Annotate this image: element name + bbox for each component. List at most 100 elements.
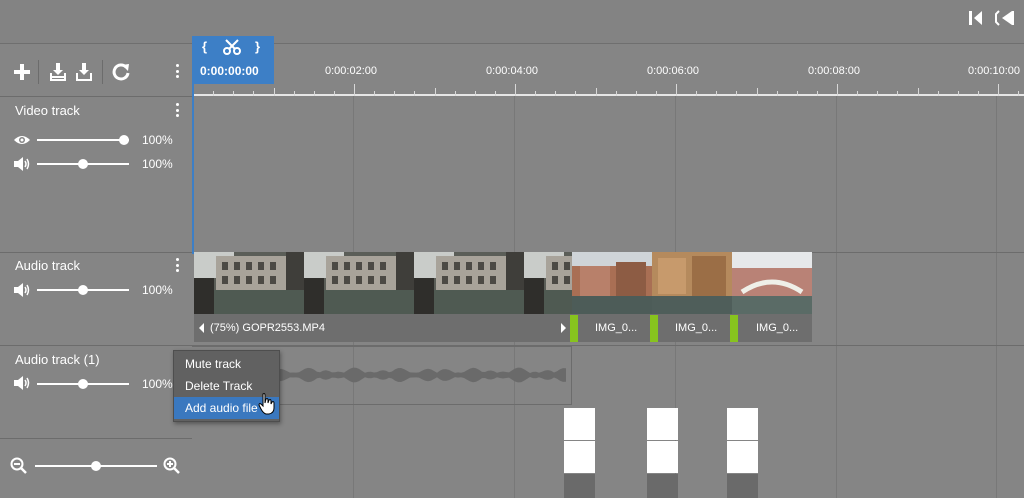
toolbar-divider	[102, 60, 103, 84]
top-bar	[0, 0, 1024, 44]
empty-block	[564, 441, 595, 473]
audio-track-menu-icon[interactable]	[175, 258, 179, 272]
mark-in-button[interactable]: {	[202, 39, 207, 54]
ruler-tick	[635, 91, 637, 96]
playhead-line[interactable]	[192, 84, 194, 254]
ruler-tick	[1018, 91, 1020, 96]
zoom-in-icon[interactable]	[163, 457, 181, 480]
empty-block	[647, 408, 678, 440]
audio-volume-value: 100%	[142, 283, 173, 297]
ruler-tick	[354, 84, 355, 96]
video-opacity-slider-knob[interactable]	[119, 135, 129, 145]
ruler-tick	[555, 91, 557, 96]
redo-icon[interactable]	[110, 61, 132, 88]
scissors-icon[interactable]	[223, 39, 241, 60]
ruler-tick	[937, 91, 939, 96]
ruler-tick	[917, 88, 919, 96]
split-track-icon[interactable]	[48, 62, 68, 87]
ruler-tick	[837, 84, 838, 96]
ruler-tick	[998, 84, 999, 96]
audio-volume-slider-knob[interactable]	[78, 285, 88, 295]
zoom-slider-knob[interactable]	[91, 461, 101, 471]
divider	[0, 438, 192, 439]
transition-marker[interactable]	[730, 315, 738, 342]
ruler-tick	[213, 91, 215, 96]
more-icon[interactable]	[175, 64, 179, 78]
empty-block	[727, 408, 758, 440]
video-volume-value: 100%	[142, 157, 173, 171]
speaker-icon[interactable]	[13, 376, 31, 395]
ruler-tick	[313, 91, 315, 96]
ruler-tick	[374, 91, 376, 96]
ruler-tick	[816, 91, 818, 96]
clip-label: IMG_0...	[595, 322, 638, 334]
ruler-tick	[977, 91, 979, 96]
ruler-tick	[877, 91, 879, 96]
audio1-volume-slider-knob[interactable]	[78, 379, 88, 389]
ruler-tick	[796, 91, 798, 96]
ruler-tick	[857, 91, 859, 96]
ruler-tick	[655, 91, 657, 96]
plus-icon[interactable]	[12, 62, 32, 87]
clip-thumbnails-gopr[interactable]	[194, 252, 572, 314]
video-volume-slider-knob[interactable]	[78, 159, 88, 169]
trim-left-icon[interactable]	[199, 323, 204, 333]
ruler-label: 0:00:10:00	[968, 65, 1020, 77]
ruler-tick	[595, 88, 597, 96]
grid-line	[996, 96, 997, 498]
audio-track-1-label: Audio track (1)	[15, 352, 100, 367]
divider	[0, 252, 192, 253]
speaker-icon[interactable]	[13, 283, 31, 302]
ruler-tick	[776, 91, 778, 96]
ruler-tick	[897, 91, 899, 96]
ruler-label: 0:00:04:00	[486, 65, 538, 77]
clip-label: IMG_0...	[675, 322, 718, 334]
audio1-volume-value: 100%	[142, 377, 173, 391]
trim-right-icon[interactable]	[561, 323, 566, 333]
ruler-tick	[615, 91, 617, 96]
eye-icon[interactable]	[13, 133, 31, 152]
playhead-handle[interactable]: { } 0:00:00:00	[192, 36, 274, 84]
merge-track-icon[interactable]	[74, 62, 94, 87]
empty-block	[727, 441, 758, 473]
clip-thumbnails-img[interactable]	[572, 252, 812, 314]
video-opacity-slider-track[interactable]	[37, 139, 129, 141]
transition-marker[interactable]	[650, 315, 658, 342]
ruler-label: 0:00:08:00	[808, 65, 860, 77]
empty-block	[647, 441, 678, 473]
ruler-tick	[676, 84, 677, 96]
audio-track-label: Audio track	[15, 258, 81, 273]
ruler-tick	[575, 91, 577, 96]
speaker-icon[interactable]	[13, 157, 31, 176]
empty-block	[647, 474, 678, 498]
clip-bar-gopr[interactable]: (75%) GOPR2553.MP4	[194, 314, 572, 342]
ruler-label: 0:00:06:00	[647, 65, 699, 77]
grid-line	[836, 96, 837, 498]
transition-marker[interactable]	[570, 315, 578, 342]
ruler-tick	[434, 88, 436, 96]
ruler-tick	[394, 91, 396, 96]
empty-block	[564, 474, 595, 498]
ruler-ticks	[192, 84, 1024, 96]
ruler-tick	[253, 91, 255, 96]
skip-to-start-icon[interactable]	[966, 9, 986, 27]
zoom-out-icon[interactable]	[10, 457, 28, 480]
ruler-tick	[474, 91, 476, 96]
ruler-tick	[273, 88, 275, 96]
video-track-label: Video track	[15, 103, 80, 118]
ruler-tick	[716, 91, 718, 96]
ruler-tick	[957, 91, 959, 96]
mark-out-button[interactable]: }	[255, 39, 260, 54]
ruler-label: 0:00:02:00	[325, 65, 377, 77]
ruler-tick	[494, 91, 496, 96]
clip-label: (75%) GOPR2553.MP4	[210, 322, 325, 334]
ruler-tick	[233, 91, 235, 96]
ruler-tick	[414, 91, 416, 96]
ruler-tick	[535, 91, 537, 96]
divider	[0, 96, 192, 97]
ruler-tick	[756, 88, 758, 96]
video-track-menu-icon[interactable]	[175, 103, 179, 117]
step-back-icon[interactable]	[994, 9, 1014, 27]
menu-item-mute-track[interactable]: Mute track	[174, 353, 279, 375]
playhead-time: 0:00:00:00	[200, 64, 259, 78]
